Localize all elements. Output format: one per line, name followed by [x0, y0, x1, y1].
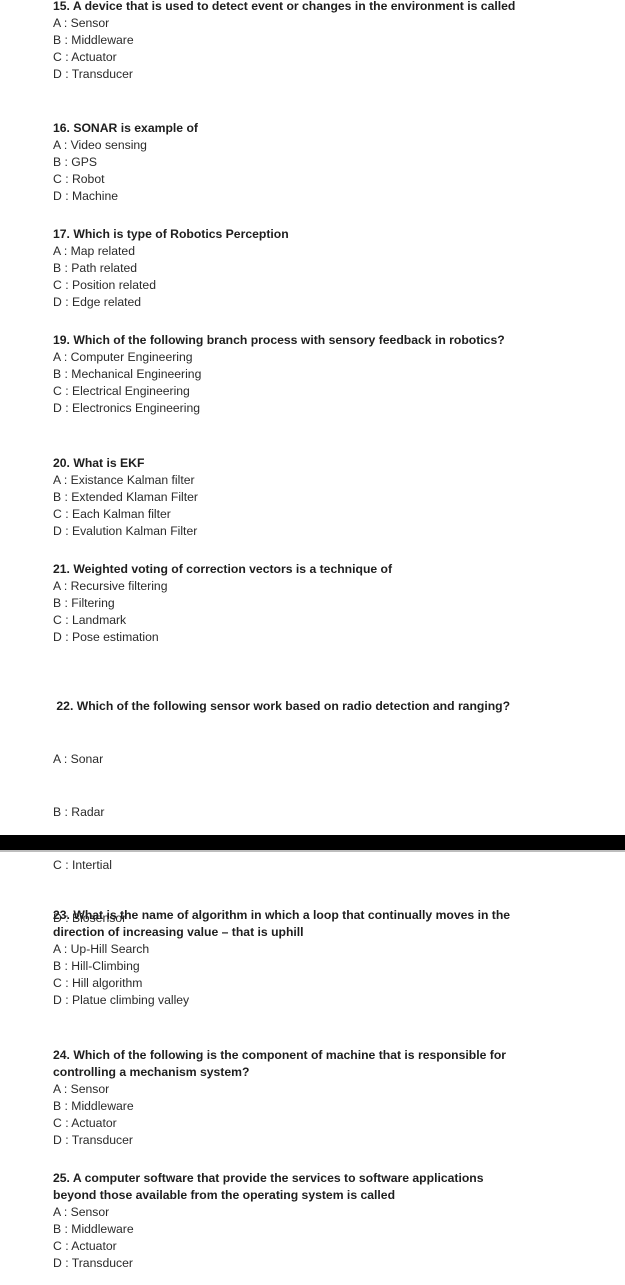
- question-23: 23. What is the name of algorithm in whi…: [53, 907, 523, 1009]
- question-title: 24. Which of the following is the compon…: [53, 1048, 507, 1079]
- option-c: C : Each Kalman filter: [53, 507, 171, 521]
- option-a: A : Sonar: [53, 752, 104, 766]
- option-a: A : Computer Engineering: [53, 350, 193, 364]
- option-c: C : Hill algorithm: [53, 976, 143, 990]
- question-title: 20. What is EKF: [53, 456, 145, 470]
- option-c: C : Robot: [53, 172, 105, 186]
- option-c: C : Actuator: [53, 1116, 117, 1130]
- question-16: 16. SONAR is example of A : Video sensin…: [53, 120, 523, 205]
- question-15: 15. A device that is used to detect even…: [53, 0, 523, 83]
- page-separator-shadow: [0, 850, 625, 852]
- question-21: 21. Weighted voting of correction vector…: [53, 561, 523, 646]
- option-c: C : Electrical Engineering: [53, 384, 190, 398]
- option-d: D : Machine: [53, 189, 119, 203]
- option-a: A : Existance Kalman filter: [53, 473, 195, 487]
- option-b: B : Middleware: [53, 33, 134, 47]
- option-d: D : Transducer: [53, 1256, 133, 1270]
- option-a: A : Sensor: [53, 1082, 110, 1096]
- question-title: 19. Which of the following branch proces…: [53, 333, 505, 347]
- option-b: B : Mechanical Engineering: [53, 367, 202, 381]
- option-b: B : Filtering: [53, 596, 115, 610]
- question-title: 25. A computer software that provide the…: [53, 1171, 484, 1202]
- option-b: B : GPS: [53, 155, 98, 169]
- question-19: 19. Which of the following branch proces…: [53, 332, 523, 417]
- option-a: A : Sensor: [53, 1205, 110, 1219]
- option-b: B : Middleware: [53, 1222, 134, 1236]
- option-d: D : Platue climbing valley: [53, 993, 190, 1007]
- option-c: C : Intertial: [53, 858, 112, 872]
- option-c: C : Position related: [53, 278, 156, 292]
- question-20: 20. What is EKF A : Existance Kalman fil…: [53, 455, 523, 540]
- option-b: B : Path related: [53, 261, 138, 275]
- option-d: D : Pose estimation: [53, 630, 159, 644]
- option-b: B : Hill-Climbing: [53, 959, 140, 973]
- page-separator-bar: [0, 835, 625, 850]
- question-title: 23. What is the name of algorithm in whi…: [53, 908, 511, 939]
- question-title: 17. Which is type of Robotics Perception: [53, 227, 289, 241]
- question-title: 16. SONAR is example of: [53, 121, 198, 135]
- option-d: D : Evalution Kalman Filter: [53, 524, 198, 538]
- option-b: B : Radar: [53, 805, 105, 819]
- question-title: 22. Which of the following sensor work b…: [53, 699, 511, 713]
- option-a: A : Map related: [53, 244, 135, 258]
- option-d: D : Edge related: [53, 295, 142, 309]
- option-d: D : Transducer: [53, 67, 133, 81]
- option-d: D : Transducer: [53, 1133, 133, 1147]
- option-b: B : Middleware: [53, 1099, 134, 1113]
- question-title: 15. A device that is used to detect even…: [53, 0, 516, 13]
- option-a: A : Up-Hill Search: [53, 942, 150, 956]
- option-b: B : Extended Klaman Filter: [53, 490, 198, 504]
- question-title: 21. Weighted voting of correction vector…: [53, 562, 393, 576]
- option-a: A : Recursive filtering: [53, 579, 168, 593]
- option-a: A : Sensor: [53, 16, 110, 30]
- option-d: D : Electronics Engineering: [53, 401, 200, 415]
- option-c: C : Landmark: [53, 613, 127, 627]
- question-24: 24. Which of the following is the compon…: [53, 1047, 523, 1149]
- option-c: C : Actuator: [53, 50, 117, 64]
- question-17: 17. Which is type of Robotics Perception…: [53, 226, 523, 311]
- question-25: 25. A computer software that provide the…: [53, 1170, 523, 1272]
- option-c: C : Actuator: [53, 1239, 117, 1253]
- question-22: 22. Which of the following sensor work b…: [53, 662, 523, 945]
- option-a: A : Video sensing: [53, 138, 147, 152]
